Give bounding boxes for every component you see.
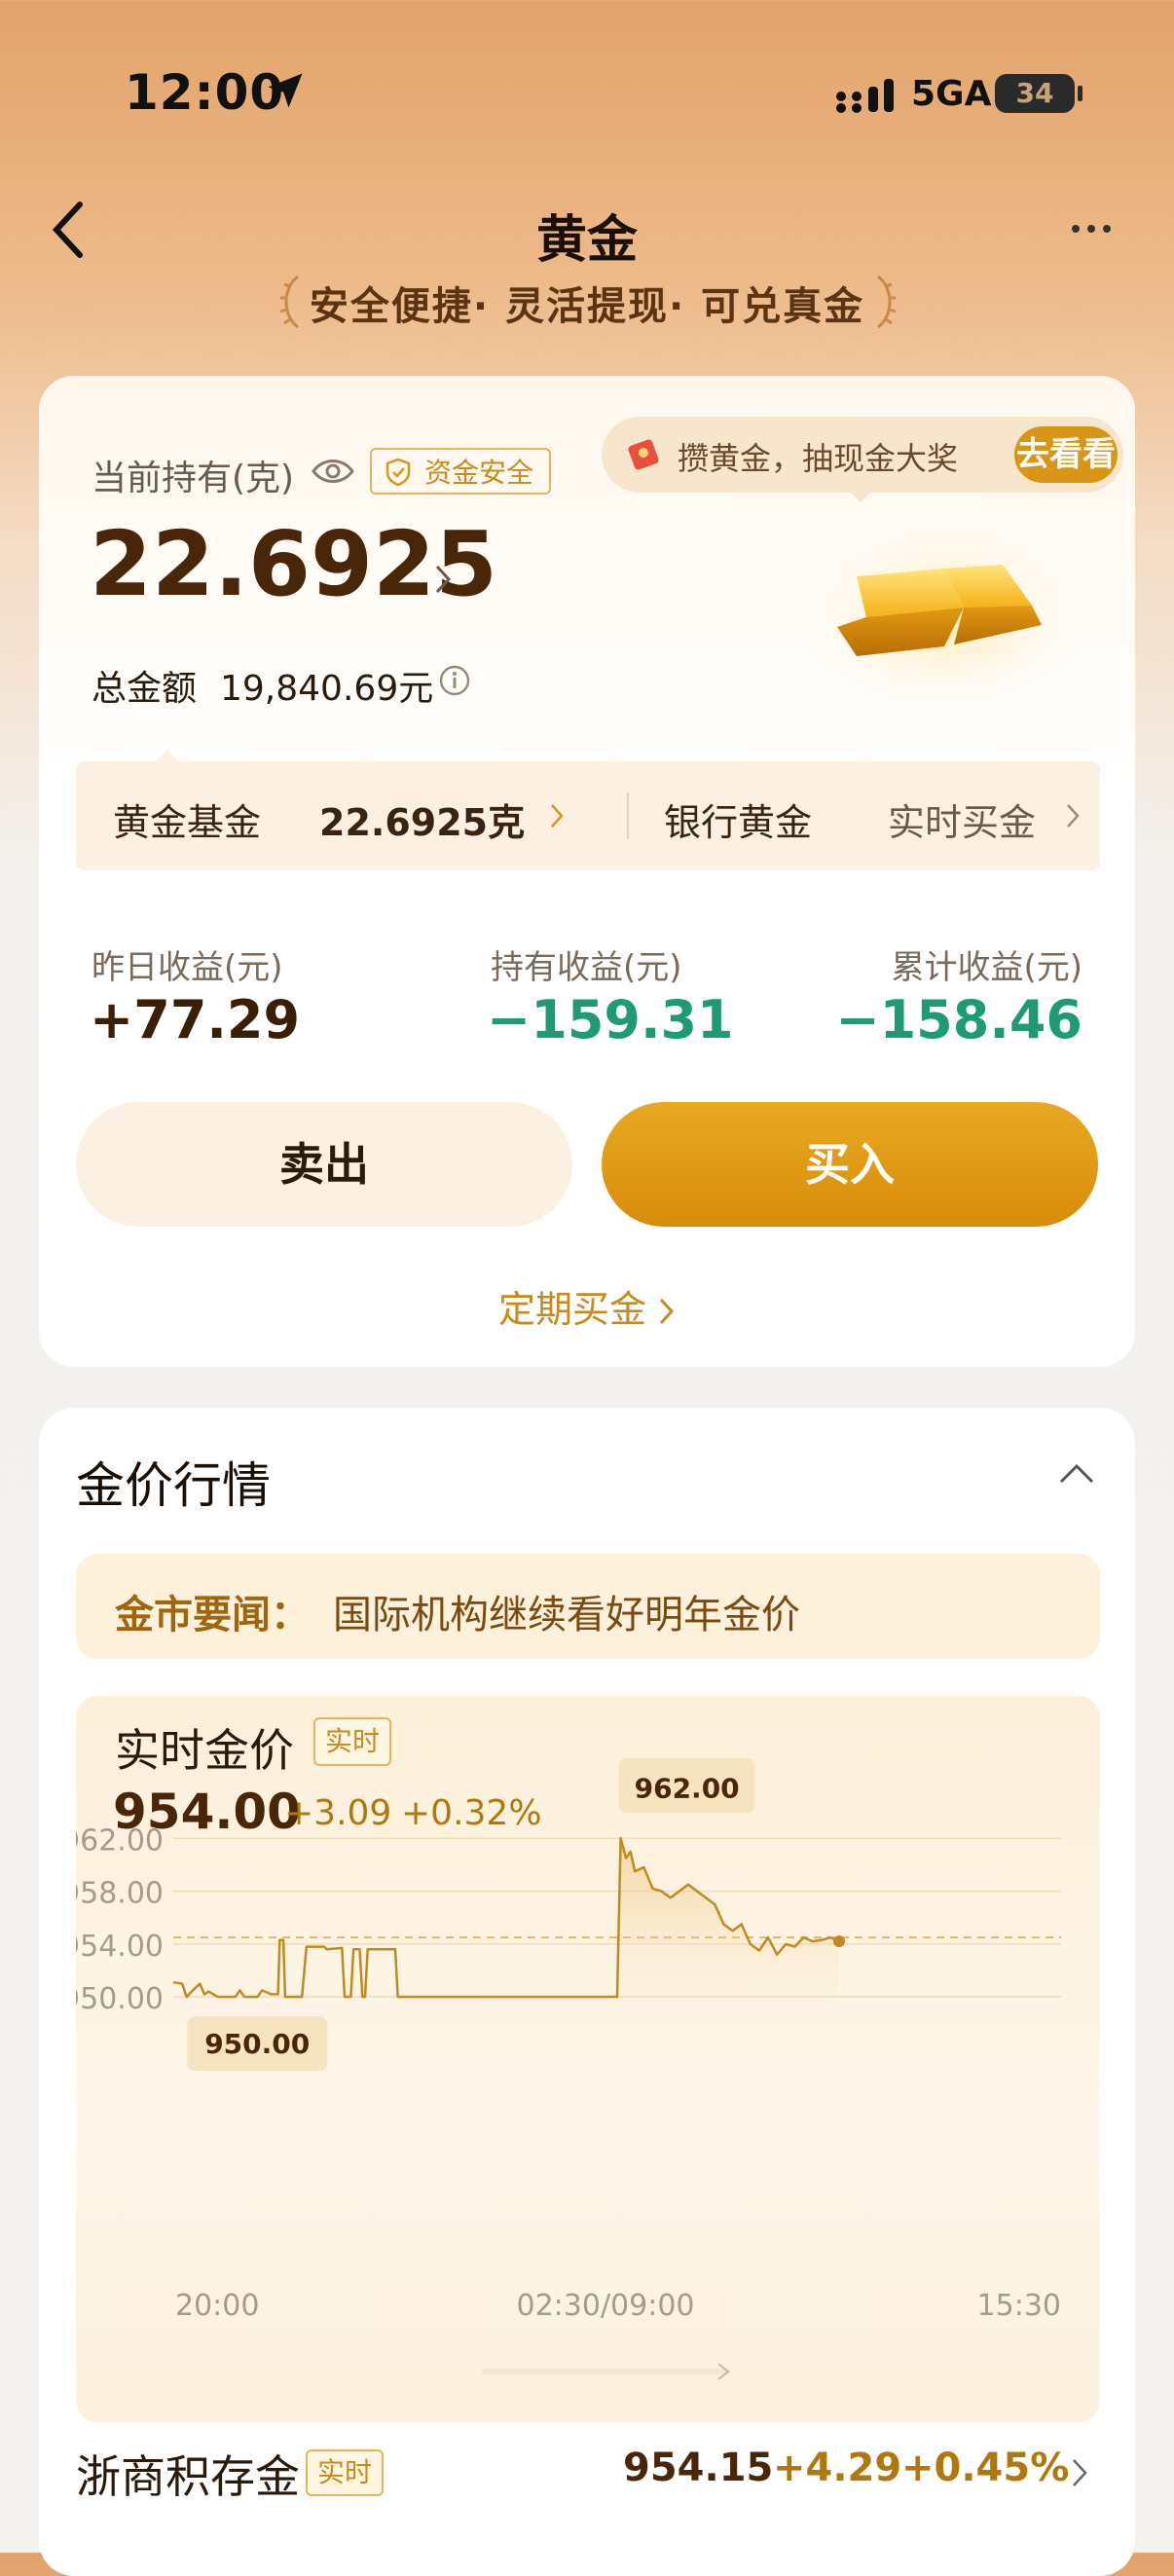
promo-view-button[interactable]: 去看看: [1014, 426, 1118, 483]
market-title: 金价行情: [76, 1457, 271, 1514]
zheshang-name: 浙商积存金: [76, 2450, 300, 2503]
yesterday-profit-label: 昨日收益(元): [92, 948, 283, 987]
realtime-price-panel: 962.00958.00954.00950.00962.00950.0020:0…: [76, 1696, 1100, 2422]
y-tick-label: 950.00: [76, 1982, 164, 2016]
market-news[interactable]: 金市要闻： 国际机构继续看好明年金价: [76, 1554, 1100, 1659]
realtime-price: 954.00: [113, 1784, 301, 1840]
chevron-right-icon[interactable]: [1065, 802, 1081, 829]
news-text: 国际机构继续看好明年金价: [333, 1593, 800, 1638]
last-point: [833, 1935, 845, 1948]
total-profit-label: 累计收益(元): [891, 948, 1082, 987]
signal-icon: [836, 79, 894, 113]
zheshang-badge: 实时: [306, 2449, 385, 2496]
laurel-right-icon: [877, 275, 897, 329]
x-tick-label: 20:00: [175, 2289, 259, 2323]
realtime-change-pct: +0.32%: [401, 1793, 542, 1833]
realtime-price-label: 实时金价: [115, 1724, 294, 1777]
holdings-label: 当前持有(克): [92, 459, 295, 498]
regular-buy-text: 定期买金: [497, 1288, 646, 1331]
chevron-right-icon[interactable]: [432, 563, 454, 596]
zheshang-change: +4.29: [773, 2446, 902, 2490]
y-tick-label: 958.00: [76, 1877, 164, 1911]
more-icon[interactable]: [1069, 214, 1114, 243]
x-tick-label: 15:30: [977, 2289, 1061, 2323]
zheshang-gold-row[interactable]: 浙商积存金 实时 954.15 +4.29 +0.45%: [39, 2428, 1135, 2525]
total-amount-value: 19,840.69元: [220, 669, 434, 709]
status-time: 12:00: [125, 64, 285, 121]
holdings-tabs: 黄金基金 22.6925克 银行黄金 实时买金: [76, 761, 1100, 870]
tab-gold-fund[interactable]: 黄金基金: [113, 792, 261, 846]
y-tick-label: 954.00: [76, 1930, 164, 1964]
location-arrow-icon: [268, 73, 303, 108]
shield-icon: [385, 458, 411, 487]
realtime-badge: 实时: [313, 1717, 392, 1766]
realtime-change: +3.09: [284, 1793, 392, 1833]
sell-button[interactable]: 卖出: [76, 1102, 572, 1227]
holding-profit-value: −159.31: [487, 989, 734, 1050]
tab-bank-buy-realtime[interactable]: 实时买金: [888, 792, 1036, 846]
promo-banner[interactable]: 攒黄金，抽现金大奖 去看看: [602, 417, 1123, 502]
tab-gold-fund-value[interactable]: 22.6925克: [319, 792, 525, 846]
chevron-right-icon[interactable]: [549, 802, 565, 829]
total-profit-value: −158.46: [835, 989, 1082, 1050]
fund-safety-text: 资金安全: [424, 457, 534, 489]
max-label: 962.00: [635, 1772, 740, 1804]
holding-profit-label: 持有收益(元): [491, 948, 682, 987]
total-amount-label: 总金额: [92, 669, 198, 709]
buy-button[interactable]: 买入: [602, 1102, 1098, 1227]
zheshang-price: 954.15: [623, 2446, 774, 2490]
regular-buy-link[interactable]: 定期买金: [39, 1279, 1135, 1333]
yesterday-profit-value: +77.29: [90, 989, 301, 1050]
chevron-up-icon[interactable]: [1057, 1458, 1096, 1488]
page-title: 黄金: [535, 211, 638, 270]
tab-bank-gold[interactable]: 银行黄金: [664, 792, 812, 846]
eye-icon[interactable]: [312, 458, 354, 485]
page-subtitle: 安全便捷· 灵活提现· 可兑真金: [309, 284, 865, 329]
info-icon[interactable]: [438, 664, 471, 697]
network-label: 5GA: [911, 74, 992, 114]
zheshang-change-pct: +0.45%: [901, 2446, 1070, 2490]
x-tick-label: 02:30/09:00: [516, 2289, 694, 2323]
gold-bars-icon: [798, 520, 1090, 715]
battery-icon: 34: [995, 74, 1082, 113]
chevron-right-icon: [659, 1298, 675, 1325]
holdings-card: 当前持有(克) 资金安全 攒黄金，抽现金大奖 去看看 22.6925 总金额 1…: [39, 376, 1135, 1367]
chevron-right-icon[interactable]: [1071, 2457, 1088, 2488]
market-card: 金价行情 金市要闻： 国际机构继续看好明年金价 962.00 958.00 954.…: [39, 1408, 1135, 2576]
red-envelope-icon: [628, 439, 659, 470]
fund-safety-badge[interactable]: 资金安全: [370, 448, 551, 495]
promo-text: 攒黄金，抽现金大奖: [678, 440, 959, 477]
news-label: 金市要闻：: [115, 1593, 310, 1638]
min-label: 950.00: [204, 2028, 310, 2060]
